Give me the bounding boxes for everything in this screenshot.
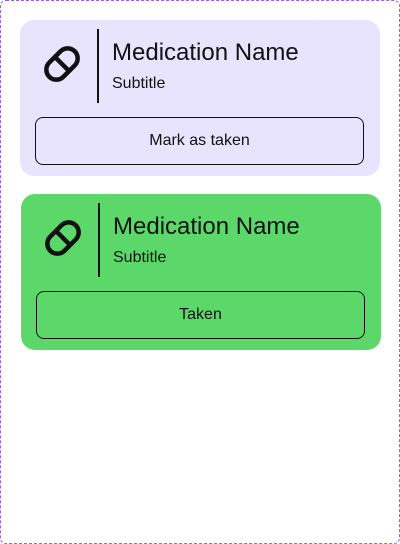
medication-subtitle: Subtitle [112, 75, 166, 92]
card-divider [98, 203, 100, 277]
medication-card: Medication Name Subtitle Mark as taken [20, 20, 380, 176]
taken-button[interactable]: Taken [36, 291, 365, 339]
medication-name: Medication Name [113, 213, 300, 240]
medication-card: Medication Name Subtitle Taken [21, 194, 381, 350]
pill-icon [40, 42, 84, 86]
card-divider [97, 29, 99, 103]
medication-subtitle: Subtitle [113, 249, 167, 266]
pill-icon [41, 216, 85, 260]
medication-name: Medication Name [112, 39, 299, 66]
mark-as-taken-button[interactable]: Mark as taken [35, 117, 364, 165]
